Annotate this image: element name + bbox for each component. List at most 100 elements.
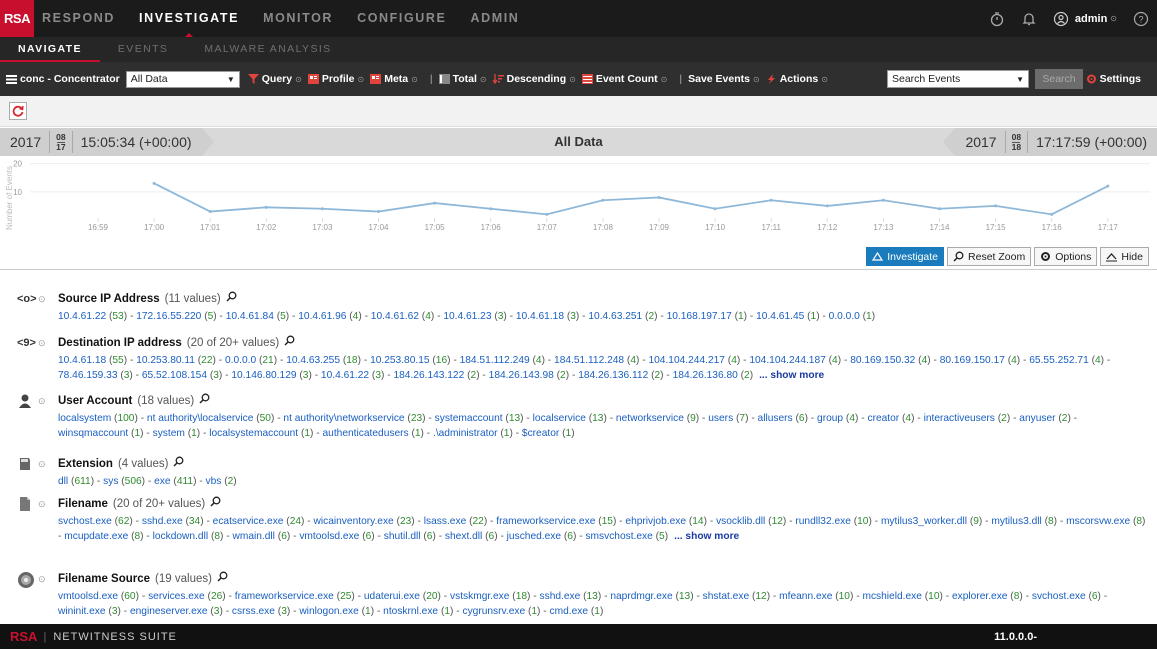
bell-icon[interactable]	[1021, 11, 1037, 27]
meta-value-item[interactable]: vstskmgr.exe (18)	[450, 591, 530, 602]
search-icon[interactable]	[284, 335, 295, 349]
meta-value-item[interactable]: mytilus3.dll (8)	[991, 516, 1057, 527]
meta-value-item[interactable]: cygrunsrv.exe (1)	[462, 606, 540, 617]
tab-configure[interactable]: CONFIGURE	[357, 0, 446, 37]
meta-value-item[interactable]: cmd.exe (1)	[550, 606, 604, 617]
meta-value-item[interactable]: shstat.exe (12)	[703, 591, 770, 602]
show-more-link[interactable]: ... show more	[674, 531, 739, 542]
chevron-down-icon[interactable]: ⊙	[38, 396, 46, 407]
meta-value-item[interactable]: $creator (1)	[522, 428, 575, 439]
meta-value-item[interactable]: 184.51.112.248 (4)	[554, 355, 639, 366]
user-circle-icon[interactable]	[1053, 11, 1069, 27]
chevron-down-icon[interactable]: ⊙	[38, 459, 46, 470]
events-timeline-chart[interactable]: 10 20 Number of Events 16:59 17:00 17:01 17:02…	[0, 156, 1157, 270]
meta-value-item[interactable]: ntoskrnl.exe (1)	[383, 606, 453, 617]
hide-button[interactable]: Hide	[1100, 247, 1149, 266]
meta-value-item[interactable]: mcshield.exe (10)	[862, 591, 942, 602]
options-button[interactable]: Options	[1034, 247, 1098, 266]
meta-value-item[interactable]: frameworkservice.exe (15)	[496, 516, 616, 527]
meta-value-item[interactable]: nt authority\networkservice (23)	[283, 413, 425, 424]
meta-value-item[interactable]: 104.104.244.187 (4)	[749, 355, 841, 366]
actions-menu[interactable]: Actions ⊙	[766, 73, 828, 85]
meta-value-item[interactable]: wmain.dll (6)	[232, 531, 290, 542]
tab-navigate[interactable]: NAVIGATE	[0, 37, 100, 62]
tab-investigate[interactable]: INVESTIGATE	[139, 0, 239, 37]
meta-value-item[interactable]: lockdown.dll (8)	[153, 531, 224, 542]
meta-value-item[interactable]: 10.4.61.62 (4)	[371, 311, 434, 322]
meta-value-item[interactable]: 10.168.197.17 (1)	[667, 311, 747, 322]
meta-value-item[interactable]: 10.4.61.84 (5)	[226, 311, 289, 322]
meta-value-item[interactable]: 10.4.61.23 (3)	[443, 311, 506, 322]
meta-value-item[interactable]: 65.52.108.154 (3)	[142, 370, 222, 381]
meta-group-header[interactable]: Filename (20 of 20+ values)	[58, 496, 221, 510]
meta-value-item[interactable]: vmtoolsd.exe (60)	[58, 591, 139, 602]
search-button[interactable]: Search	[1035, 69, 1083, 89]
meta-value-item[interactable]: 0.0.0.0 (1)	[829, 311, 875, 322]
meta-value-item[interactable]: ehprivjob.exe (14)	[625, 516, 707, 527]
meta-value-item[interactable]: 184.26.143.98 (2)	[489, 370, 569, 381]
settings-button[interactable]: Settings	[1086, 73, 1141, 85]
meta-value-item[interactable]: vmtoolsd.exe (6)	[299, 531, 374, 542]
meta-value-item[interactable]: 10.4.61.18 (3)	[516, 311, 579, 322]
tab-monitor[interactable]: MONITOR	[263, 0, 333, 37]
meta-value-item[interactable]: anyuser (2)	[1019, 413, 1071, 424]
meta-group-header[interactable]: Filename Source (19 values)	[58, 571, 228, 585]
chevron-down-icon[interactable]: ⊙	[38, 294, 46, 305]
refresh-button[interactable]	[9, 102, 27, 120]
show-more-link[interactable]: ... show more	[759, 370, 824, 381]
meta-value-item[interactable]: wicainventory.exe (23)	[314, 516, 415, 527]
meta-value-item[interactable]: .\administrator (1)	[433, 428, 513, 439]
total-menu[interactable]: Total ⊙	[438, 73, 487, 85]
meta-value-item[interactable]: sshd.exe (34)	[142, 516, 204, 527]
meta-value-item[interactable]: creator (4)	[867, 413, 914, 424]
meta-value-item[interactable]: smsvchost.exe (5)	[585, 531, 668, 542]
meta-group-header[interactable]: Source IP Address (11 values)	[58, 291, 237, 305]
meta-value-item[interactable]: mytilus3_worker.dll (9)	[881, 516, 982, 527]
profile-menu[interactable]: Profile ⊙	[307, 73, 364, 85]
meta-value-item[interactable]: exe (411)	[154, 476, 196, 487]
chevron-down-icon[interactable]: ⊙	[38, 574, 46, 585]
meta-value-item[interactable]: 10.146.80.129 (3)	[231, 370, 311, 381]
meta-value-item[interactable]: 184.26.143.122 (2)	[393, 370, 479, 381]
search-icon[interactable]	[199, 393, 210, 407]
meta-value-item[interactable]: explorer.exe (8)	[952, 591, 1023, 602]
query-menu[interactable]: Query ⊙	[247, 73, 302, 85]
tab-respond[interactable]: RESPOND	[42, 0, 115, 37]
meta-value-item[interactable]: shutil.dll (6)	[384, 531, 436, 542]
data-select[interactable]: All Data ▼	[125, 70, 240, 88]
meta-value-item[interactable]: 10.4.61.22 (53)	[58, 311, 127, 322]
search-icon[interactable]	[173, 456, 184, 470]
meta-value-item[interactable]: sshd.exe (13)	[540, 591, 602, 602]
meta-value-item[interactable]: svchost.exe (62)	[58, 516, 133, 527]
meta-value-item[interactable]: localservice (13)	[533, 413, 607, 424]
tab-events[interactable]: EVENTS	[100, 37, 186, 62]
tab-malware-analysis[interactable]: MALWARE ANALYSIS	[186, 37, 349, 62]
meta-value-item[interactable]: 65.55.252.71 (4)	[1029, 355, 1104, 366]
meta-value-item[interactable]: frameworkservice.exe (25)	[235, 591, 355, 602]
search-icon[interactable]	[217, 571, 228, 585]
meta-value-item[interactable]: 10.4.63.255 (18)	[286, 355, 361, 366]
meta-value-item[interactable]: mscorsvw.exe (8)	[1066, 516, 1145, 527]
meta-value-item[interactable]: 80.169.150.32 (4)	[850, 355, 930, 366]
meta-value-item[interactable]: udaterui.exe (20)	[364, 591, 441, 602]
meta-value-item[interactable]: nt authority\localservice (50)	[147, 413, 274, 424]
meta-value-item[interactable]: engineserver.exe (3)	[130, 606, 223, 617]
help-icon[interactable]: ?	[1133, 11, 1149, 27]
tab-admin[interactable]: ADMIN	[470, 0, 519, 37]
meta-value-item[interactable]: allusers (6)	[758, 413, 808, 424]
event-count-menu[interactable]: Event Count ⊙	[581, 73, 667, 85]
meta-group-header[interactable]: User Account (18 values)	[58, 393, 210, 407]
user-menu[interactable]: admin ⊙	[1075, 13, 1117, 25]
chevron-down-icon[interactable]: ⊙	[38, 338, 46, 349]
meta-value-item[interactable]: group (4)	[817, 413, 858, 424]
start-time[interactable]: 2017 08 17 15:05:34 (+00:00)	[0, 128, 214, 156]
search-events-select[interactable]: Search Events ▼	[887, 70, 1029, 88]
meta-value-item[interactable]: lsass.exe (22)	[424, 516, 487, 527]
meta-value-item[interactable]: csrss.exe (3)	[232, 606, 290, 617]
meta-value-item[interactable]: 10.253.80.15 (16)	[370, 355, 450, 366]
meta-value-item[interactable]: vsocklib.dll (12)	[716, 516, 786, 527]
meta-value-item[interactable]: 172.16.55.220 (5)	[136, 311, 216, 322]
meta-value-item[interactable]: 78.46.159.33 (3)	[58, 370, 133, 381]
meta-value-item[interactable]: 10.253.80.11 (22)	[136, 355, 216, 366]
meta-value-item[interactable]: 104.104.244.217 (4)	[648, 355, 740, 366]
